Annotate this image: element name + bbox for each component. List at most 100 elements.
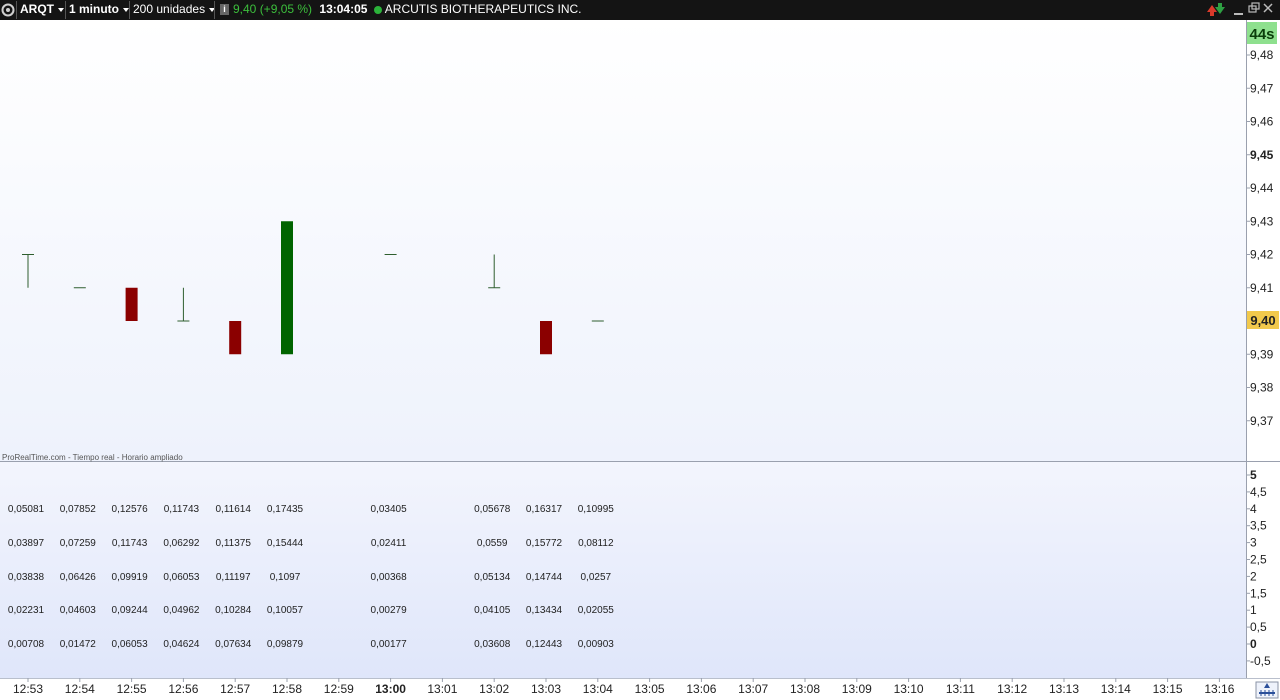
source-label: ProRealTime.com - Tiempo real - Horario … (2, 453, 183, 462)
indicator-value-cell: 0,11743 (112, 538, 148, 549)
price-tick-label: 9,47 (1250, 81, 1274, 95)
indicator-value-cell: 0,12576 (112, 504, 149, 515)
indicator-value-cell: 0,00177 (371, 639, 408, 650)
indicator-value-cell: 0,04962 (163, 605, 200, 616)
indicator-tick-label: 5 (1250, 468, 1257, 482)
time-tick-label: 13:12 (997, 682, 1027, 696)
timeframe-label: 1 minuto (69, 2, 119, 16)
indicator-value-cell: 0,10284 (215, 605, 252, 616)
indicator-value-cell: 0,07852 (60, 504, 97, 515)
indicator-value-cell: 0,0257 (581, 572, 612, 583)
indicator-value-cell: 0,02231 (8, 605, 45, 616)
indicator-value-cell: 0,00708 (8, 639, 45, 650)
candle-body (125, 287, 138, 321)
indicator-tick-label: 2,5 (1250, 553, 1267, 567)
toolbar-divider (214, 1, 215, 19)
info-icon[interactable]: i (220, 4, 229, 16)
countdown-label: 44s (1249, 26, 1274, 43)
indicator-value-cell: 0,00368 (371, 572, 408, 583)
indicator-tick-label: 0,5 (1250, 620, 1267, 634)
time-tick-label: 13:01 (427, 682, 457, 696)
indicator-value-cell: 0,07634 (215, 639, 252, 650)
window-controls (1207, 2, 1273, 16)
indicator-value-cell: 0,10057 (267, 605, 304, 616)
indicator-value-cell: 0,03838 (8, 572, 45, 583)
timeframe-selector[interactable]: 1 minuto (69, 0, 129, 20)
indicator-value-cell: 0,09244 (112, 605, 149, 616)
indicator-value-cell: 0,0559 (477, 538, 508, 549)
settings-icon[interactable] (1, 1, 15, 19)
last-price-marker: 9,40 (1247, 311, 1279, 329)
toolbar-divider (16, 1, 17, 19)
indicator-value-cell: 0,00279 (371, 605, 408, 616)
indicator-value-cell: 0,12443 (526, 639, 563, 650)
toolbar-divider (129, 1, 130, 19)
price-tick-label: 9,38 (1250, 381, 1274, 395)
symbol-selector[interactable]: ARQT (20, 0, 64, 20)
indicator-value-cell: 0,13434 (526, 605, 563, 616)
indicator-value-cell: 0,07259 (60, 538, 97, 549)
refresh-icon[interactable] (1207, 3, 1225, 16)
price-tick-label: 9,46 (1250, 115, 1274, 129)
time-tick-label: 13:08 (790, 682, 820, 696)
candle-body (540, 321, 552, 355)
indicator-tick-label: 1,5 (1250, 586, 1267, 600)
indicator-value-cell: 0,06053 (163, 572, 200, 583)
indicator-value-cell: 0,03405 (371, 504, 408, 515)
time-tick-label: 12:54 (65, 682, 95, 696)
price-tick-label: 9,45 (1250, 148, 1274, 162)
time-tick-label: 12:58 (272, 682, 302, 696)
indicator-value-cell: 0,01472 (60, 639, 97, 650)
price-tick-label: 9,39 (1250, 347, 1274, 361)
time-tick-label: 12:59 (324, 682, 354, 696)
units-selector[interactable]: 200 unidades (133, 0, 216, 20)
indicator-value-cell: 0,10995 (578, 504, 615, 515)
indicator-value-cell: 0,11197 (216, 572, 251, 583)
close-icon[interactable] (1263, 3, 1273, 13)
time-tick-label: 13:00 (375, 682, 406, 696)
quote-summary: i 9,40 (+9,05 %) 13:04:05 ARCUTIS BIOTHER… (220, 0, 581, 20)
price-tick-label: 9,44 (1250, 181, 1274, 195)
indicator-value-cell: 0,11614 (215, 504, 251, 515)
countdown-badge: 44s (1247, 22, 1277, 44)
time-tick-label: 13:03 (531, 682, 561, 696)
price-chart[interactable]: ProRealTime.com - Tiempo real - Horario … (0, 20, 1280, 700)
indicator-tick-label: -0,5 (1250, 654, 1271, 668)
indicator-value-cell: 0,00903 (578, 639, 615, 650)
instrument-name: ARCUTIS BIOTHERAPEUTICS INC. (384, 2, 582, 16)
indicator-tick-label: 4,5 (1250, 485, 1267, 499)
time-tick-label: 13:07 (738, 682, 768, 696)
indicator-value-cell: 0,11375 (215, 538, 251, 549)
quote-time: 13:04:05 (319, 2, 368, 16)
minimize-icon[interactable] (1234, 13, 1243, 15)
price-tick-label: 9,48 (1250, 48, 1274, 62)
restore-icon[interactable] (1248, 2, 1260, 13)
indicator-value-cell: 0,03897 (8, 538, 45, 549)
price-tick-label: 9,42 (1250, 248, 1274, 262)
indicator-value-cell: 0,1097 (270, 572, 301, 583)
indicator-value-cell: 0,15772 (526, 538, 563, 549)
time-tick-label: 13:06 (686, 682, 716, 696)
time-tick-label: 13:10 (894, 682, 924, 696)
price-tick-label: 9,37 (1250, 414, 1274, 428)
indicator-value-cell: 0,09879 (267, 639, 304, 650)
time-tick-label: 13:14 (1101, 682, 1131, 696)
price-tick-label: 9,43 (1250, 214, 1274, 228)
units-label: 200 unidades (133, 2, 206, 16)
zoom-handle-icon[interactable] (1255, 681, 1279, 699)
indicator-tick-label: 2 (1250, 569, 1257, 583)
time-tick-label: 13:16 (1204, 682, 1234, 696)
indicator-value-cell: 0,06426 (60, 572, 97, 583)
candle (540, 321, 552, 355)
indicator-tick-label: 3,5 (1250, 519, 1267, 533)
price-panel-background (0, 20, 1246, 461)
time-tick-label: 13:04 (583, 682, 613, 696)
price-tick-label: 9,41 (1250, 281, 1274, 295)
time-tick-label: 12:56 (168, 682, 198, 696)
indicator-value-cell: 0,06292 (163, 538, 200, 549)
indicator-value-cell: 0,09919 (112, 572, 149, 583)
status-dot-icon (373, 2, 385, 16)
candle-body (281, 221, 293, 355)
time-tick-label: 13:02 (479, 682, 509, 696)
time-tick-label: 12:57 (220, 682, 250, 696)
